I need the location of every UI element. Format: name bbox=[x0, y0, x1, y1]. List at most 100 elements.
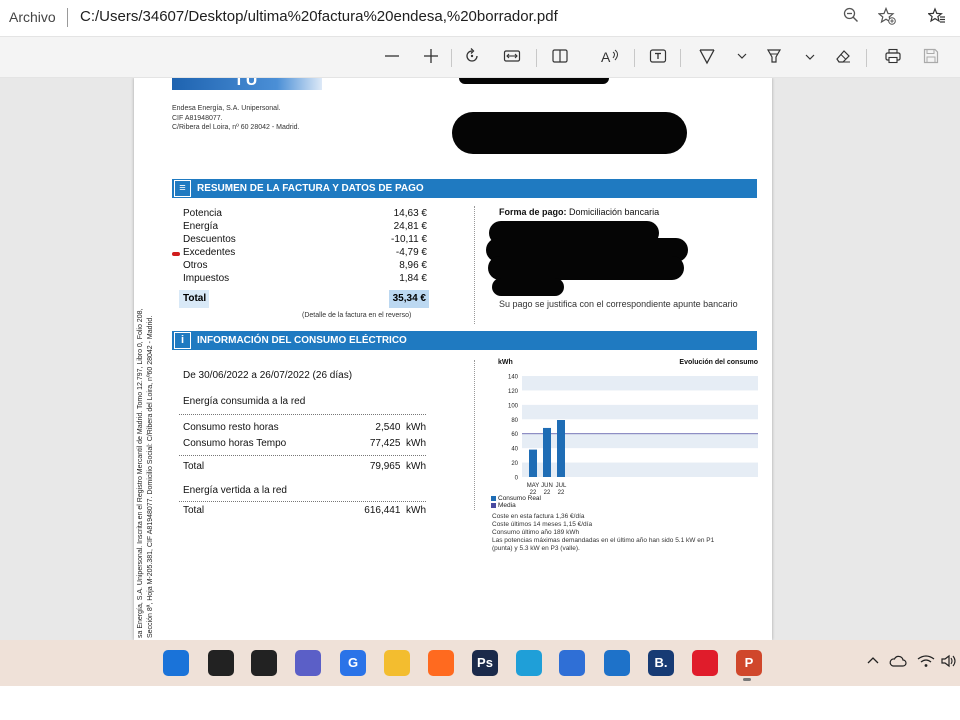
chart-category-label: JUN bbox=[541, 483, 553, 489]
issuer-info: Endesa Energía, S.A. Unipersonal. CIF A8… bbox=[172, 105, 300, 131]
summary-total: Total 35,34 € bbox=[179, 290, 429, 308]
print-button[interactable] bbox=[882, 47, 904, 69]
chart-grid-band bbox=[522, 404, 758, 420]
chart-grid-band bbox=[522, 376, 758, 391]
address-separator bbox=[67, 8, 68, 27]
toolbar-separator bbox=[451, 49, 452, 67]
chart-tick-label: 20 bbox=[511, 461, 518, 467]
pdf-viewer[interactable]: TU Endesa Energía, S.A. Unipersonal. CIF… bbox=[0, 78, 960, 640]
consumption-title: INFORMACIÓN DEL CONSUMO ELÉCTRICO bbox=[197, 335, 407, 346]
chart-bar bbox=[529, 449, 537, 477]
chart-tick-label: 140 bbox=[508, 375, 519, 381]
favorites-icon[interactable] bbox=[926, 7, 948, 29]
highlight-button[interactable] bbox=[763, 47, 785, 69]
chart-category-label: 22 bbox=[544, 490, 551, 496]
volume-icon[interactable] bbox=[940, 654, 958, 671]
firefox-taskbar-icon[interactable] bbox=[428, 650, 454, 676]
legend-media: Media bbox=[491, 502, 516, 509]
highlight-options-chevron-icon[interactable] bbox=[799, 47, 821, 69]
divider bbox=[179, 501, 426, 502]
summary-row-value: 1,84 € bbox=[399, 273, 427, 284]
mail-taskbar-icon[interactable] bbox=[604, 650, 630, 676]
zoom-out-button[interactable] bbox=[381, 47, 403, 69]
rotate-button[interactable] bbox=[461, 47, 483, 69]
chevron-up-icon[interactable] bbox=[866, 654, 880, 671]
below-taskbar bbox=[0, 686, 960, 720]
summary-row-label: Energía bbox=[183, 221, 219, 232]
consumption-row-value: 2,540 kWh bbox=[375, 422, 426, 433]
fit-page-button[interactable] bbox=[501, 47, 523, 69]
url-field[interactable]: C:/Users/34607/Desktop/ultima%20factura%… bbox=[80, 8, 558, 25]
redaction-mark bbox=[492, 278, 564, 296]
consumption-row-value: 77,425 kWh bbox=[369, 438, 426, 449]
chart-category-label: JUL bbox=[556, 483, 567, 489]
store-taskbar-icon[interactable] bbox=[559, 650, 585, 676]
summary-title: RESUMEN DE LA FACTURA Y DATOS DE PAGO bbox=[197, 183, 424, 194]
cost-notes: Coste en esta factura 1,36 €/día Coste ú… bbox=[492, 513, 715, 552]
toolbar-separator bbox=[680, 49, 681, 67]
detail-note: (Detalle de la factura en el reverso) bbox=[302, 312, 412, 319]
column-divider bbox=[474, 206, 475, 324]
chart-tick-label: 0 bbox=[515, 476, 519, 482]
redaction-mark bbox=[459, 78, 609, 84]
erase-button[interactable] bbox=[832, 47, 854, 69]
summary-row-label: Otros bbox=[183, 260, 208, 271]
wifi-icon[interactable] bbox=[917, 654, 935, 671]
add-favorite-icon[interactable] bbox=[876, 6, 898, 29]
cloud-icon[interactable] bbox=[889, 654, 907, 671]
summary-row-value: -4,79 € bbox=[395, 247, 427, 258]
toolbar-separator bbox=[866, 49, 867, 67]
chart-category-label: 22 bbox=[558, 490, 565, 496]
summary-row-label: Impuestos bbox=[183, 273, 230, 284]
teams-chat-taskbar-icon[interactable] bbox=[295, 650, 321, 676]
draw-button[interactable] bbox=[696, 47, 718, 69]
toolbar-separator bbox=[634, 49, 635, 67]
active-app-indicator bbox=[743, 678, 751, 681]
consumption-row-label: Consumo resto horas bbox=[183, 422, 279, 433]
chart-tick-label: 120 bbox=[508, 389, 519, 395]
photoshop-taskbar-icon[interactable]: Ps bbox=[472, 650, 498, 676]
consumption-section-header: i INFORMACIÓN DEL CONSUMO ELÉCTRICO bbox=[172, 331, 757, 350]
edge-taskbar-icon[interactable] bbox=[516, 650, 542, 676]
chart-bar bbox=[543, 427, 551, 477]
google-chrome-taskbar-icon[interactable]: G bbox=[340, 650, 366, 676]
save-button[interactable] bbox=[920, 47, 942, 69]
info-icon: i bbox=[174, 332, 191, 349]
chart-ylabel: kWh bbox=[498, 359, 513, 366]
side-legal-text: sa Energía, S.A. Unipersonal. Inscrita e… bbox=[137, 308, 154, 638]
consumption-row-label: Consumo horas Tempo bbox=[183, 438, 287, 449]
opera-taskbar-icon[interactable] bbox=[692, 650, 718, 676]
pdf-toolbar: A bbox=[0, 36, 960, 78]
file-scheme-label: Archivo bbox=[9, 9, 56, 25]
zoom-in-button[interactable] bbox=[420, 47, 442, 69]
read-aloud-button[interactable]: A bbox=[599, 47, 621, 69]
summary-row-value: 8,96 € bbox=[399, 260, 427, 271]
consumption-chart: kWh Evolución del consumo 0 20 40 60 80 100 120 1… bbox=[498, 359, 758, 496]
redaction-mark bbox=[452, 112, 687, 154]
redaction-mark bbox=[488, 256, 684, 280]
chart-title: Evolución del consumo bbox=[679, 359, 758, 366]
summary-total-label: Total bbox=[179, 290, 209, 308]
chart-tick-label: 100 bbox=[508, 403, 519, 409]
b-app-taskbar-icon[interactable]: B. bbox=[648, 650, 674, 676]
task-view-taskbar-icon[interactable] bbox=[251, 650, 277, 676]
draw-options-chevron-icon[interactable] bbox=[731, 47, 753, 69]
toolbar-separator bbox=[536, 49, 537, 67]
add-text-button[interactable] bbox=[647, 47, 669, 69]
file-explorer-taskbar-icon[interactable] bbox=[384, 650, 410, 676]
start-taskbar-icon[interactable] bbox=[163, 650, 189, 676]
invoice-icon: ≡ bbox=[174, 180, 191, 197]
page-view-button[interactable] bbox=[549, 47, 571, 69]
endesa-logo: TU bbox=[172, 78, 322, 90]
chart-tick-label: 80 bbox=[511, 418, 518, 424]
zoom-out-icon[interactable] bbox=[840, 7, 862, 29]
payment-note: Su pago se justifica con el correspondie… bbox=[499, 299, 738, 309]
summary-row-value: 14,63 € bbox=[393, 208, 427, 219]
summary-row-value: -10,11 € bbox=[391, 234, 427, 245]
search-taskbar-icon[interactable] bbox=[208, 650, 234, 676]
chart-tick-label: 40 bbox=[511, 447, 518, 453]
address-bar: Archivo C:/Users/34607/Desktop/ultima%20… bbox=[0, 0, 960, 36]
powerpoint-taskbar-icon[interactable]: P bbox=[736, 650, 762, 676]
chart-bar bbox=[557, 420, 565, 477]
summary-row-label: Descuentos bbox=[183, 234, 236, 245]
